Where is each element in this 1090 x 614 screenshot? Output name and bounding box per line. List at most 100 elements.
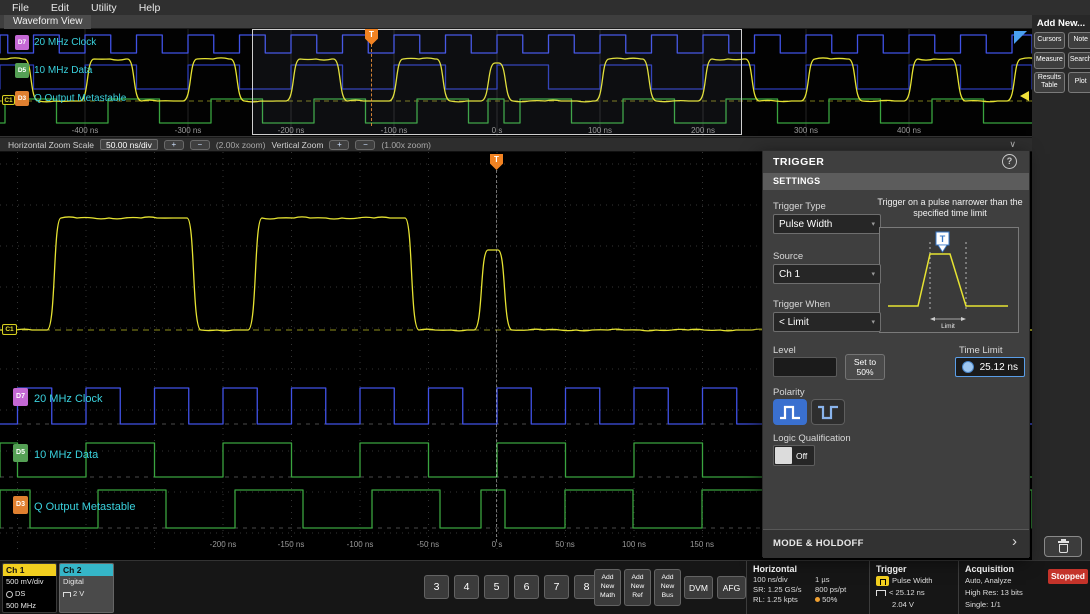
oscilloscope-app: File Edit Utility Help Waveform View D7 2… bbox=[0, 0, 1090, 614]
channel-4-button[interactable]: 4 bbox=[454, 575, 479, 599]
time-tick-label: 150 ns bbox=[689, 540, 715, 549]
polarity-negative-button[interactable] bbox=[811, 399, 845, 425]
probe-icon bbox=[6, 590, 13, 598]
h-sample-rate: SR: 1.25 GS/s bbox=[753, 585, 802, 594]
mode-holdoff-label: MODE & HOLDOFF bbox=[773, 538, 864, 549]
note-button[interactable]: Note bbox=[1067, 32, 1090, 49]
channel-5-button[interactable]: 5 bbox=[484, 575, 509, 599]
v-zoom-in-button[interactable]: + bbox=[329, 139, 350, 150]
mode-holdoff-section[interactable]: MODE & HOLDOFF › bbox=[763, 529, 1029, 558]
channel-label: 20 MHz Clock bbox=[34, 393, 103, 405]
dvm-button[interactable]: DVM bbox=[684, 576, 713, 599]
h-record-length: RL: 1.25 kpts bbox=[753, 595, 798, 604]
waveform-overview[interactable]: D7 20 MHz Clock D5 10 MHz Data D3 Q Output Me… bbox=[0, 29, 1032, 137]
set-to-50-button[interactable]: Set to 50% bbox=[845, 354, 885, 380]
ch2-badge[interactable]: Ch 2 Digital 2 V bbox=[59, 563, 114, 613]
button-line: Add bbox=[601, 574, 614, 582]
set-to-line1: Set to bbox=[853, 357, 877, 367]
h-zoom-scale-value[interactable]: 50.00 ns/div bbox=[99, 139, 158, 150]
polarity-positive-button[interactable] bbox=[773, 399, 807, 425]
menu-help[interactable]: Help bbox=[139, 2, 161, 14]
horizontal-settings-block[interactable]: Horizontal 100 ns/div 1 µs SR: 1.25 GS/s… bbox=[746, 561, 869, 614]
channel-6-button[interactable]: 6 bbox=[514, 575, 539, 599]
time-tick-label: -200 ns bbox=[277, 126, 305, 135]
trash-button[interactable] bbox=[1044, 536, 1082, 557]
cursors-button[interactable]: Cursors bbox=[1034, 32, 1065, 49]
add-new-bus-button[interactable]: Add New Bus bbox=[654, 569, 681, 606]
source-value: Ch 1 bbox=[779, 268, 801, 280]
ch1-ground-marker[interactable]: C1 bbox=[2, 324, 17, 335]
v-zoom-out-button[interactable]: − bbox=[355, 139, 376, 150]
source-dropdown[interactable]: Ch 1 ▾ bbox=[773, 264, 881, 284]
collapse-chevron-icon[interactable]: ∨ bbox=[1009, 139, 1016, 150]
time-limit-field[interactable]: 25.12 ns bbox=[955, 357, 1025, 377]
measure-button[interactable]: Measure bbox=[1034, 52, 1065, 69]
time-tick-label: 50 ns bbox=[555, 540, 575, 549]
chevron-right-icon: › bbox=[1012, 533, 1017, 550]
digital-channel-badge-d3[interactable]: D3 bbox=[13, 496, 28, 514]
zoom-window[interactable] bbox=[252, 29, 742, 135]
trigger-when-dropdown[interactable]: < Limit ▾ bbox=[773, 312, 881, 332]
time-tick-label: 400 ns bbox=[896, 126, 922, 135]
time-tick-label: -400 ns bbox=[71, 126, 99, 135]
trigger-status-block[interactable]: Trigger Pulse Width < 25.12 ns 2.04 V bbox=[869, 561, 958, 614]
level-field[interactable] bbox=[773, 357, 837, 377]
settings-section-header: SETTINGS bbox=[763, 173, 1029, 190]
zoom-corner-icon[interactable] bbox=[1014, 31, 1027, 44]
button-line: Add bbox=[631, 574, 644, 582]
results-table-button[interactable]: Results Table bbox=[1034, 72, 1065, 93]
add-new-ref-button[interactable]: Add New Ref bbox=[624, 569, 651, 606]
afg-button[interactable]: AFG bbox=[717, 576, 746, 599]
ch1-badge[interactable]: Ch 1 500 mV/div DS 500 MHz bbox=[2, 563, 57, 613]
trigger-level-arrow-icon[interactable] bbox=[1020, 91, 1029, 101]
digital-channel-badge-d3[interactable]: D3 bbox=[15, 91, 29, 106]
menu-file[interactable]: File bbox=[12, 2, 29, 14]
digital-channel-badge-d7[interactable]: D7 bbox=[15, 35, 29, 50]
chevron-down-icon: ▾ bbox=[871, 271, 875, 278]
trigger-settings-panel: TRIGGER ? SETTINGS Trigger Type Pulse Wi… bbox=[762, 150, 1030, 558]
plot-button[interactable]: Plot bbox=[1067, 72, 1090, 93]
pulse-shape bbox=[888, 253, 1008, 307]
digital-channel-badge-d5[interactable]: D5 bbox=[15, 63, 29, 78]
button-line: New bbox=[660, 583, 675, 591]
time-tick-label: 0 s bbox=[491, 126, 503, 135]
search-button[interactable]: Search bbox=[1067, 52, 1090, 69]
positive-pulse-icon bbox=[780, 405, 800, 419]
channel-label: Q Output Metastable bbox=[34, 93, 127, 104]
acq-resolution: High Res: 13 bits bbox=[965, 588, 1023, 597]
channel-7-button[interactable]: 7 bbox=[544, 575, 569, 599]
menu-edit[interactable]: Edit bbox=[51, 2, 69, 14]
logic-qualification-toggle[interactable]: Off bbox=[773, 445, 815, 466]
channel-label: 20 MHz Clock bbox=[34, 37, 97, 48]
source-label: Source bbox=[773, 251, 804, 262]
logic-qualification-label: Logic Qualification bbox=[773, 433, 851, 444]
h-zoom-in-button[interactable]: + bbox=[163, 139, 184, 150]
h-zoom-out-button[interactable]: − bbox=[189, 139, 210, 150]
run-state-badge[interactable]: Stopped bbox=[1048, 569, 1088, 584]
threshold-icon bbox=[63, 591, 71, 597]
add-new-math-button[interactable]: Add New Math bbox=[594, 569, 621, 606]
menu-utility[interactable]: Utility bbox=[91, 2, 117, 14]
acquisition-block[interactable]: Acquisition Auto, Analyze High Res: 13 b… bbox=[958, 561, 1045, 614]
channel-3-button[interactable]: 3 bbox=[424, 575, 449, 599]
trigger-limit: < 25.12 ns bbox=[889, 588, 925, 597]
digital-channel-badge-d5[interactable]: D5 bbox=[13, 444, 28, 462]
help-icon[interactable]: ? bbox=[1002, 154, 1017, 169]
limit-label: Limit bbox=[941, 323, 955, 330]
level-label: Level bbox=[773, 345, 796, 356]
pulse-diagram-graphic: T Limit bbox=[888, 231, 1008, 330]
pulse-width-icon bbox=[876, 576, 889, 586]
menubar: File Edit Utility Help bbox=[0, 0, 1090, 15]
h-scale: 100 ns/div bbox=[753, 575, 788, 584]
add-new-title: Add New... bbox=[1036, 18, 1086, 29]
negative-pulse-icon bbox=[818, 405, 838, 419]
time-tick-label: 100 ns bbox=[587, 126, 613, 135]
trigger-title: Trigger bbox=[876, 564, 907, 574]
add-new-source-buttons: Add New Math Add New Ref Add New Bus bbox=[594, 569, 681, 606]
waveform-view-tab[interactable]: Waveform View bbox=[4, 15, 92, 29]
button-line: Math bbox=[599, 591, 616, 599]
ch1-ground-marker[interactable]: C1 bbox=[2, 95, 15, 105]
time-limit-label: Time Limit bbox=[959, 345, 1003, 356]
digital-channel-badge-d7[interactable]: D7 bbox=[13, 388, 28, 406]
trigger-type-dropdown[interactable]: Pulse Width ▾ bbox=[773, 214, 881, 234]
